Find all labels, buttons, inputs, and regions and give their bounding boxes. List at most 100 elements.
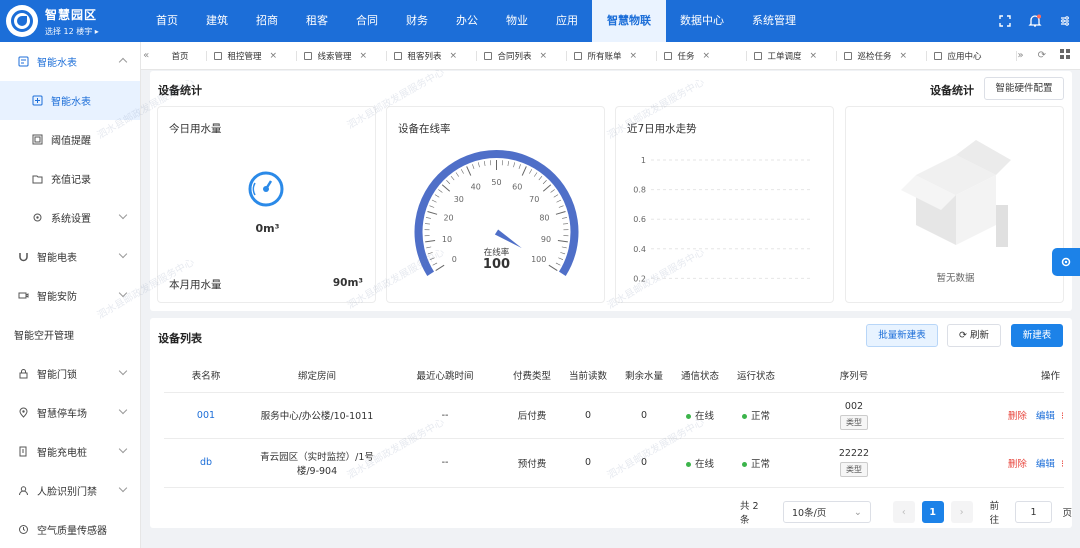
sidebar-item-label: 智能空开管理 — [14, 331, 74, 342]
gauge-tick — [557, 240, 568, 243]
tab-item-0[interactable]: 首页 — [151, 42, 208, 70]
charger-icon — [18, 446, 29, 457]
sidebar-item-1[interactable]: 智能水表 — [0, 81, 140, 120]
nav-item-9[interactable]: 智慧物联 — [592, 0, 666, 42]
grid-menu-icon[interactable] — [1060, 49, 1070, 62]
sidebar-item-label: 智能安防 — [37, 292, 77, 303]
tab-item-6[interactable]: 任务 × — [657, 42, 748, 70]
nav-item-8[interactable]: 应用 — [542, 0, 592, 42]
gauge-tick-label: 90 — [541, 235, 551, 244]
reading-text: 0 — [584, 409, 592, 421]
close-icon[interactable]: × — [810, 51, 818, 61]
delete-link[interactable]: 删除 — [1008, 459, 1027, 470]
sidebar-item-label: 智能电表 — [37, 253, 77, 264]
fullscreen-icon[interactable] — [998, 14, 1012, 28]
table-row: db 青云园区（实时监控）/1号 楼/9-904 -- 预付费 0 0 在线 正常 22222 类型… — [164, 438, 1064, 488]
refresh-tab-icon[interactable]: ⟳ — [1038, 50, 1046, 61]
delete-link[interactable]: 删除 — [1008, 411, 1027, 422]
sidebar-item-3[interactable]: 充值记录 — [0, 159, 140, 198]
tab-item-2[interactable]: 线索管理 × — [297, 42, 388, 70]
gauge-tick — [425, 217, 431, 219]
online-rate-value: 100 — [482, 257, 511, 272]
tab-page-icon — [304, 51, 313, 60]
meter-name-link[interactable]: 001 — [197, 410, 215, 421]
building-selector[interactable]: 选择 12 楼宇 ▸ — [45, 26, 99, 37]
sidebar-item-label: 智能充电桩 — [37, 448, 87, 459]
nav-item-11[interactable]: 系统管理 — [738, 0, 810, 42]
gauge-tick — [507, 160, 510, 167]
refresh-button[interactable]: ⟳ 刷新 — [947, 324, 1001, 347]
room-text-cont: 楼/9-904 — [296, 465, 338, 477]
sidebar-item-9[interactable]: 智慧停车场 — [0, 393, 140, 432]
floating-settings-button[interactable] — [1052, 248, 1080, 276]
page-1-button[interactable]: 1 — [921, 501, 944, 523]
gauge-tick — [446, 180, 451, 185]
goto-page-input[interactable]: 1 — [1014, 501, 1053, 523]
nav-item-1[interactable]: 建筑 — [192, 0, 242, 42]
close-icon[interactable]: × — [900, 51, 908, 61]
nav-item-4[interactable]: 合同 — [342, 0, 392, 42]
sidebar-item-6[interactable]: 智能安防 — [0, 276, 140, 315]
nav-item-6[interactable]: 办公 — [442, 0, 492, 42]
online-rate-card: 设备在线率 0 10 20 30 40 50 60 70 80 90 100 在线率 100 — [386, 106, 605, 303]
page-size-select[interactable]: 10条/页 ⌄ — [783, 501, 871, 523]
comm-status-text: 在线 — [694, 411, 714, 422]
tab-item-4[interactable]: 合同列表 × — [477, 42, 568, 70]
edit-link[interactable]: 编辑 — [1036, 459, 1055, 470]
tab-item-9[interactable]: 应用中心 — [927, 42, 1018, 70]
nav-item-2[interactable]: 招商 — [242, 0, 292, 42]
tab-item-8[interactable]: 巡检任务 × — [837, 42, 928, 70]
tab-label: 工单调度 — [767, 51, 802, 62]
hardware-config-button[interactable]: 智能硬件配置 — [984, 77, 1064, 100]
gauge-meter-icon — [247, 170, 285, 211]
more-link-icon[interactable]: ⁝ — [1061, 459, 1064, 470]
bell-icon[interactable] — [1028, 14, 1042, 28]
nav-item-10[interactable]: 数据中心 — [666, 0, 738, 42]
nav-item-7[interactable]: 物业 — [492, 0, 542, 42]
close-icon[interactable]: × — [360, 51, 368, 61]
sidebar-item-label: 空气质量传感器 — [37, 526, 107, 537]
tab-item-1[interactable]: 租控管理 × — [207, 42, 298, 70]
app-logo[interactable]: 智慧园区 选择 12 楼宇 ▸ — [0, 0, 142, 42]
sidebar-item-4[interactable]: 系统设置 — [0, 198, 140, 237]
run-status-dot — [741, 461, 747, 467]
tabs-scroll-right-icon[interactable]: » — [1017, 50, 1023, 61]
tab-label: 线索管理 — [317, 51, 352, 62]
sidebar-item-7[interactable]: 智能空开管理 — [0, 315, 140, 354]
sidebar-item-2[interactable]: 阈值提醒 — [0, 120, 140, 159]
close-icon[interactable]: × — [630, 51, 638, 61]
nav-item-3[interactable]: 租客 — [292, 0, 342, 42]
sidebar-item-5[interactable]: 智能电表 — [0, 237, 140, 276]
batch-create-button[interactable]: 批量新建表 — [866, 324, 938, 347]
tabs-scroll-left-icon[interactable]: « — [141, 50, 151, 61]
gauge-tick-label: 20 — [443, 214, 453, 223]
nav-item-0[interactable]: 首页 — [142, 0, 192, 42]
tab-item-5[interactable]: 所有账单 × — [567, 42, 658, 70]
edit-link[interactable]: 编辑 — [1036, 411, 1055, 422]
create-meter-button[interactable]: 新建表 — [1011, 324, 1063, 347]
gauge-tick — [483, 160, 486, 167]
tab-item-3[interactable]: 租客列表 × — [387, 42, 478, 70]
close-icon[interactable]: × — [703, 51, 711, 61]
sidebar-item-10[interactable]: 智能充电桩 — [0, 432, 140, 471]
sidebar-item-8[interactable]: 智能门锁 — [0, 354, 140, 393]
tab-item-7[interactable]: 工单调度 × — [747, 42, 838, 70]
settings-menu-icon[interactable] — [1058, 14, 1072, 28]
close-icon[interactable]: × — [270, 51, 278, 61]
sidebar-item-0[interactable]: 智能水表 — [0, 42, 140, 81]
close-icon[interactable]: × — [450, 51, 458, 61]
tab-page-icon — [754, 51, 763, 60]
tabs-bar: « 首页 租控管理 × 线索管理 × 租客列表 × 合同列表 × 所有账单 × 任务 × 工单调度 × 巡检任… — [141, 42, 1080, 70]
more-link-icon[interactable]: ⁝ — [1061, 411, 1064, 422]
gauge-tick — [466, 166, 472, 176]
meter-name-link[interactable]: db — [200, 457, 212, 468]
nav-item-5[interactable]: 财务 — [392, 0, 442, 42]
close-icon[interactable]: × — [540, 51, 548, 61]
prev-page-button[interactable]: ‹ — [892, 501, 915, 523]
sidebar-item-11[interactable]: 人脸识别门禁 — [0, 471, 140, 510]
tab-page-icon — [158, 52, 166, 60]
next-page-button[interactable]: › — [950, 501, 973, 523]
room-text: 青云园区（实时监控）/1号 — [260, 451, 374, 463]
folder-icon — [32, 173, 43, 184]
sidebar-item-12[interactable]: 空气质量传感器 — [0, 510, 140, 548]
